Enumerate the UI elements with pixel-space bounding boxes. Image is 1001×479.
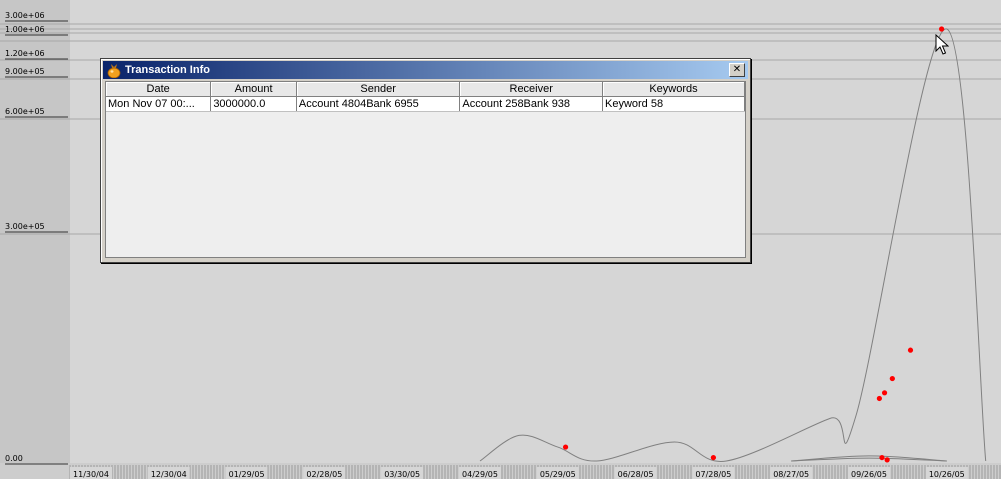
- y-tick-label: 3.00e+05: [5, 222, 45, 231]
- x-tick-label: 04/29/05: [462, 470, 498, 479]
- mouse-pointer-icon: [935, 34, 949, 55]
- data-point[interactable]: [907, 347, 914, 353]
- data-point[interactable]: [889, 375, 895, 382]
- table-cell[interactable]: Mon Nov 07 00:...: [106, 96, 212, 112]
- x-tick-label: 07/28/05: [695, 470, 731, 479]
- close-button[interactable]: ✕: [729, 63, 745, 77]
- data-point[interactable]: [876, 395, 882, 402]
- column-header[interactable]: Date: [106, 82, 212, 97]
- table-cell[interactable]: 3000000.0: [210, 96, 297, 112]
- table-cell[interactable]: Account 258Bank 938: [459, 96, 603, 112]
- y-tick-label: 1.00e+06: [5, 25, 45, 34]
- data-point[interactable]: [562, 444, 569, 450]
- data-point[interactable]: [881, 390, 888, 396]
- table-row[interactable]: Mon Nov 07 00:... 3000000.0 Account 4804Ba…: [106, 96, 745, 112]
- y-tick-label: 6.00e+05: [5, 107, 45, 116]
- column-header[interactable]: Keywords: [602, 82, 745, 97]
- x-tick-label: 12/30/04: [151, 470, 187, 479]
- transaction-table[interactable]: Date Amount Sender Receiver Keywords Mon Nov…: [106, 82, 745, 112]
- x-tick-label: 08/27/05: [773, 470, 809, 479]
- data-point[interactable]: [939, 26, 945, 32]
- y-tick-label: 0.00: [5, 454, 23, 463]
- data-point[interactable]: [879, 454, 885, 461]
- dialog-title: Transaction Info: [125, 64, 210, 76]
- column-header[interactable]: Receiver: [459, 82, 603, 97]
- data-point[interactable]: [710, 454, 717, 461]
- x-tick-label: 06/28/05: [618, 470, 654, 479]
- y-tick-label: 3.00e+06: [5, 11, 45, 20]
- y-tick-label: 1.20e+06: [5, 49, 45, 58]
- x-tick-label: 10/26/05: [929, 470, 965, 479]
- table-body[interactable]: Mon Nov 07 00:... 3000000.0 Account 4804Ba…: [106, 96, 745, 112]
- table-cell[interactable]: Account 4804Bank 6955: [296, 96, 461, 112]
- dialog-titlebar[interactable]: Transaction Info ✕: [103, 61, 748, 79]
- data-point[interactable]: [884, 457, 890, 463]
- column-header[interactable]: Amount: [210, 82, 297, 97]
- transaction-table-area[interactable]: Date Amount Sender Receiver Keywords Mon Nov…: [105, 81, 746, 258]
- bag-icon: [107, 64, 121, 78]
- column-header[interactable]: Sender: [296, 82, 461, 97]
- x-tick-label: 11/30/04: [73, 470, 109, 479]
- x-tick-label: 02/28/05: [306, 470, 342, 479]
- transaction-info-dialog[interactable]: Transaction Info ✕ Date Amount Sender Recei…: [100, 58, 751, 263]
- x-tick-label: 09/26/05: [851, 470, 887, 479]
- x-tick-label: 01/29/05: [229, 470, 265, 479]
- table-cell[interactable]: Keyword 58: [602, 96, 745, 112]
- x-tick-label: 03/30/05: [384, 470, 420, 479]
- x-tick-label: 05/29/05: [540, 470, 576, 479]
- y-tick-label: 9.00e+05: [5, 67, 45, 76]
- table-header-row: Date Amount Sender Receiver Keywords: [106, 82, 745, 97]
